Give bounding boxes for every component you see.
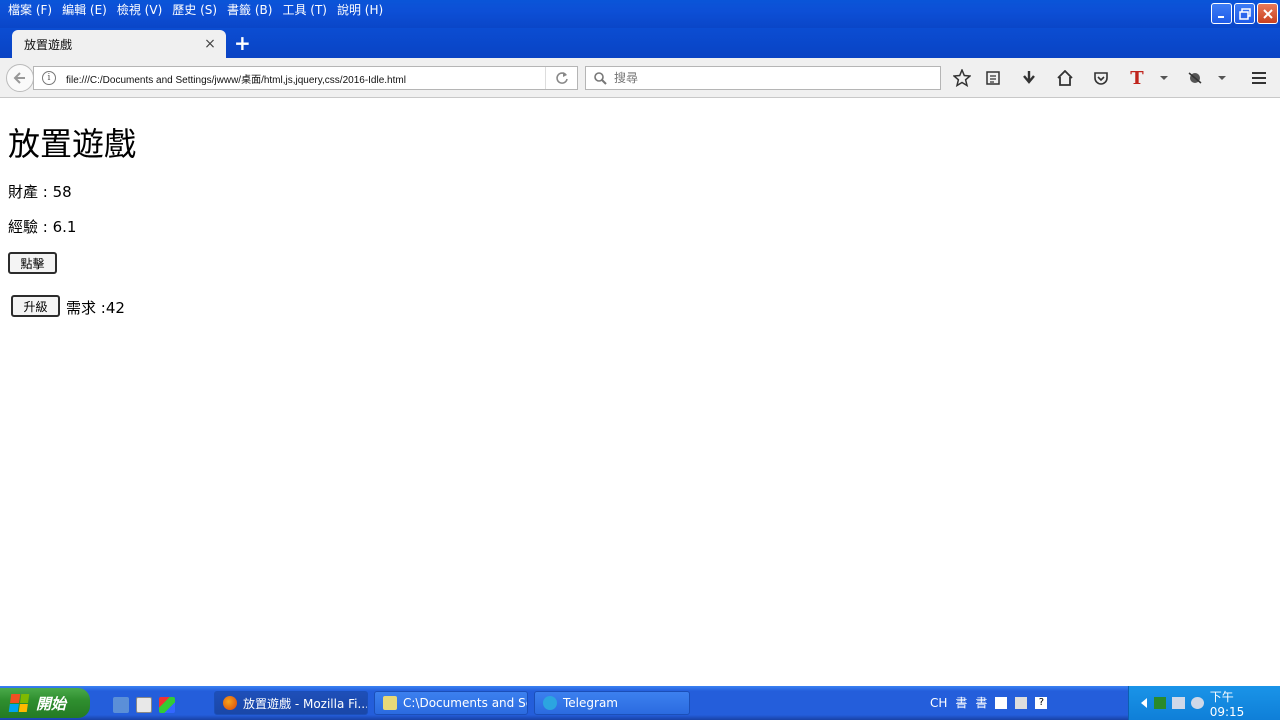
wealth-display: 財產 : 58 (8, 183, 72, 201)
page-content: 放置遊戲 財產 : 58 經驗 : 6.1 點擊 升級 需求 :42 (0, 99, 1280, 686)
page-heading: 放置遊戲 (8, 125, 137, 163)
navigation-toolbar: i file:///C:/Documents and Settings/jwww… (0, 58, 1280, 98)
download-icon[interactable] (1018, 68, 1040, 88)
ime-mode-1[interactable]: 書 (955, 694, 967, 711)
ime-settings-icon[interactable] (1015, 696, 1028, 709)
close-window-button[interactable] (1257, 3, 1278, 24)
network-icon[interactable] (1171, 697, 1185, 709)
url-bar[interactable]: i file:///C:/Documents and Settings/jwww… (33, 66, 578, 90)
search-icon (586, 71, 614, 85)
quicklaunch-media-icon[interactable] (136, 697, 152, 713)
restore-button[interactable] (1234, 3, 1255, 24)
info-icon[interactable]: i (42, 71, 56, 85)
task-notepad-label: C:\Documents and Sett... (403, 696, 527, 710)
click-button[interactable]: 點擊 (8, 252, 57, 274)
tab-title: 放置遊戲 (24, 37, 73, 52)
close-icon (1262, 8, 1273, 19)
clock[interactable]: 下午 09:15 (1210, 688, 1268, 719)
windows-logo-icon (8, 694, 30, 712)
reload-icon (555, 72, 568, 84)
taskbar: 開始 放置遊戲 - Mozilla Fi... C:\Documents and… (0, 686, 1280, 720)
home-icon[interactable] (1054, 68, 1076, 88)
quicklaunch-paint-icon[interactable] (159, 697, 175, 713)
start-button[interactable]: 開始 (0, 688, 90, 718)
tray-app-icon[interactable] (1154, 697, 1166, 709)
quicklaunch-desktop-icon[interactable] (113, 697, 129, 713)
window-titlebar: 檔案 (F) 編輯 (E) 檢視 (V) 歷史 (S) 書籤 (B) 工具 (T… (0, 0, 1280, 28)
task-telegram-label: Telegram (563, 696, 618, 710)
system-tray: 下午 09:15 (1128, 686, 1280, 720)
restore-icon (1238, 7, 1251, 20)
search-input[interactable] (614, 68, 940, 88)
bookmark-star-icon[interactable] (951, 68, 973, 88)
menu-view[interactable]: 檢視 (V) (113, 2, 166, 18)
notepad-icon (383, 696, 397, 710)
back-arrow-icon (13, 72, 25, 84)
menu-file[interactable]: 檔案 (F) (4, 2, 56, 18)
extension-dropdown-icon[interactable] (1153, 68, 1175, 88)
task-telegram[interactable]: Telegram (534, 691, 690, 715)
task-notepad[interactable]: C:\Documents and Sett... (374, 691, 528, 715)
upgrade-button[interactable]: 升級 (11, 295, 60, 317)
url-text[interactable]: file:///C:/Documents and Settings/jwww/桌… (66, 71, 545, 86)
pocket-icon[interactable] (1090, 68, 1112, 88)
tray-messenger-icon[interactable] (1190, 697, 1204, 709)
addon-icon[interactable] (1184, 68, 1206, 88)
tab-close-icon[interactable]: × (200, 36, 220, 52)
reading-list-icon[interactable] (982, 68, 1004, 88)
tab-active[interactable]: 放置遊戲 × (12, 30, 226, 58)
start-label: 開始 (36, 694, 67, 713)
hamburger-menu-icon[interactable] (1248, 68, 1270, 88)
telegram-icon (543, 696, 557, 710)
back-button[interactable] (6, 64, 34, 92)
firefox-icon (223, 696, 237, 710)
ime-toolbar: CH 書 書 ? (930, 694, 1048, 711)
menu-bookmarks[interactable]: 書籤 (B) (223, 2, 276, 18)
ime-language[interactable]: CH (930, 696, 947, 710)
minimize-icon (1217, 15, 1224, 18)
search-bar[interactable] (585, 66, 941, 90)
menu-bar: 檔案 (F) 編輯 (E) 檢視 (V) 歷史 (S) 書籤 (B) 工具 (T… (4, 2, 389, 18)
menu-help[interactable]: 說明 (H) (333, 2, 387, 18)
task-firefox-label: 放置遊戲 - Mozilla Fi... (243, 696, 368, 711)
task-firefox[interactable]: 放置遊戲 - Mozilla Fi... (214, 691, 368, 715)
tab-strip: 放置遊戲 × + (0, 28, 1280, 58)
menu-history[interactable]: 歷史 (S) (168, 2, 221, 18)
new-tab-button[interactable]: + (234, 33, 251, 53)
tray-expand-icon[interactable] (1139, 697, 1148, 709)
addon-dropdown-icon[interactable] (1211, 68, 1233, 88)
translate-extension-icon[interactable]: T (1126, 68, 1148, 89)
ime-pad-icon[interactable] (995, 696, 1008, 709)
menu-edit[interactable]: 編輯 (E) (58, 2, 111, 18)
experience-display: 經驗 : 6.1 (8, 218, 77, 236)
requirement-display: 需求 :42 (66, 299, 125, 317)
ime-mode-2[interactable]: 書 (975, 694, 987, 711)
menu-tools[interactable]: 工具 (T) (278, 2, 331, 18)
reload-button[interactable] (545, 67, 577, 89)
minimize-button[interactable] (1211, 3, 1232, 24)
ime-help-icon[interactable]: ? (1035, 696, 1048, 709)
